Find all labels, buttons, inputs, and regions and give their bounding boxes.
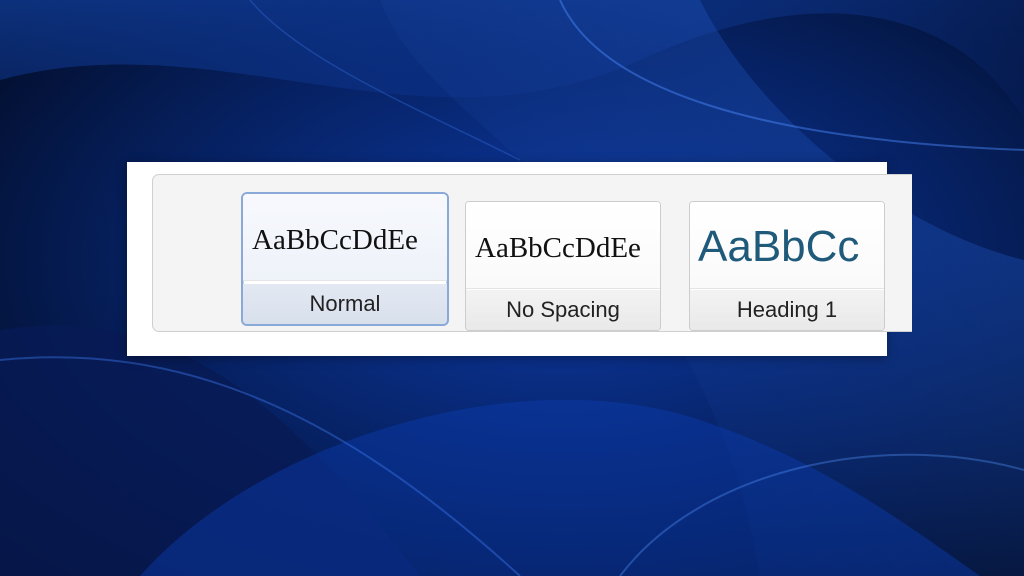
style-label: Normal: [243, 284, 447, 324]
style-label: Heading 1: [690, 290, 884, 330]
style-preview-no-spacing: AaBbCcDdEe: [466, 202, 660, 289]
style-gallery: AaBbCcDdEe Normal AaBbCcDdEe No Spacing …: [152, 174, 912, 332]
styles-panel: AaBbCcDdEe Normal AaBbCcDdEe No Spacing …: [127, 162, 912, 356]
style-preview-text: AaBbCc: [698, 222, 860, 271]
style-preview-heading-1: AaBbCc: [690, 202, 884, 289]
style-tile-normal[interactable]: AaBbCcDdEe Normal: [241, 192, 449, 326]
style-preview-text: AaBbCcDdEe: [475, 231, 641, 264]
style-tile-no-spacing[interactable]: AaBbCcDdEe No Spacing: [465, 201, 661, 331]
style-preview-text: AaBbCcDdEe: [252, 223, 418, 256]
style-label: No Spacing: [466, 290, 660, 330]
style-tile-heading-1[interactable]: AaBbCc Heading 1: [689, 201, 885, 331]
style-preview-normal: AaBbCcDdEe: [243, 194, 447, 281]
